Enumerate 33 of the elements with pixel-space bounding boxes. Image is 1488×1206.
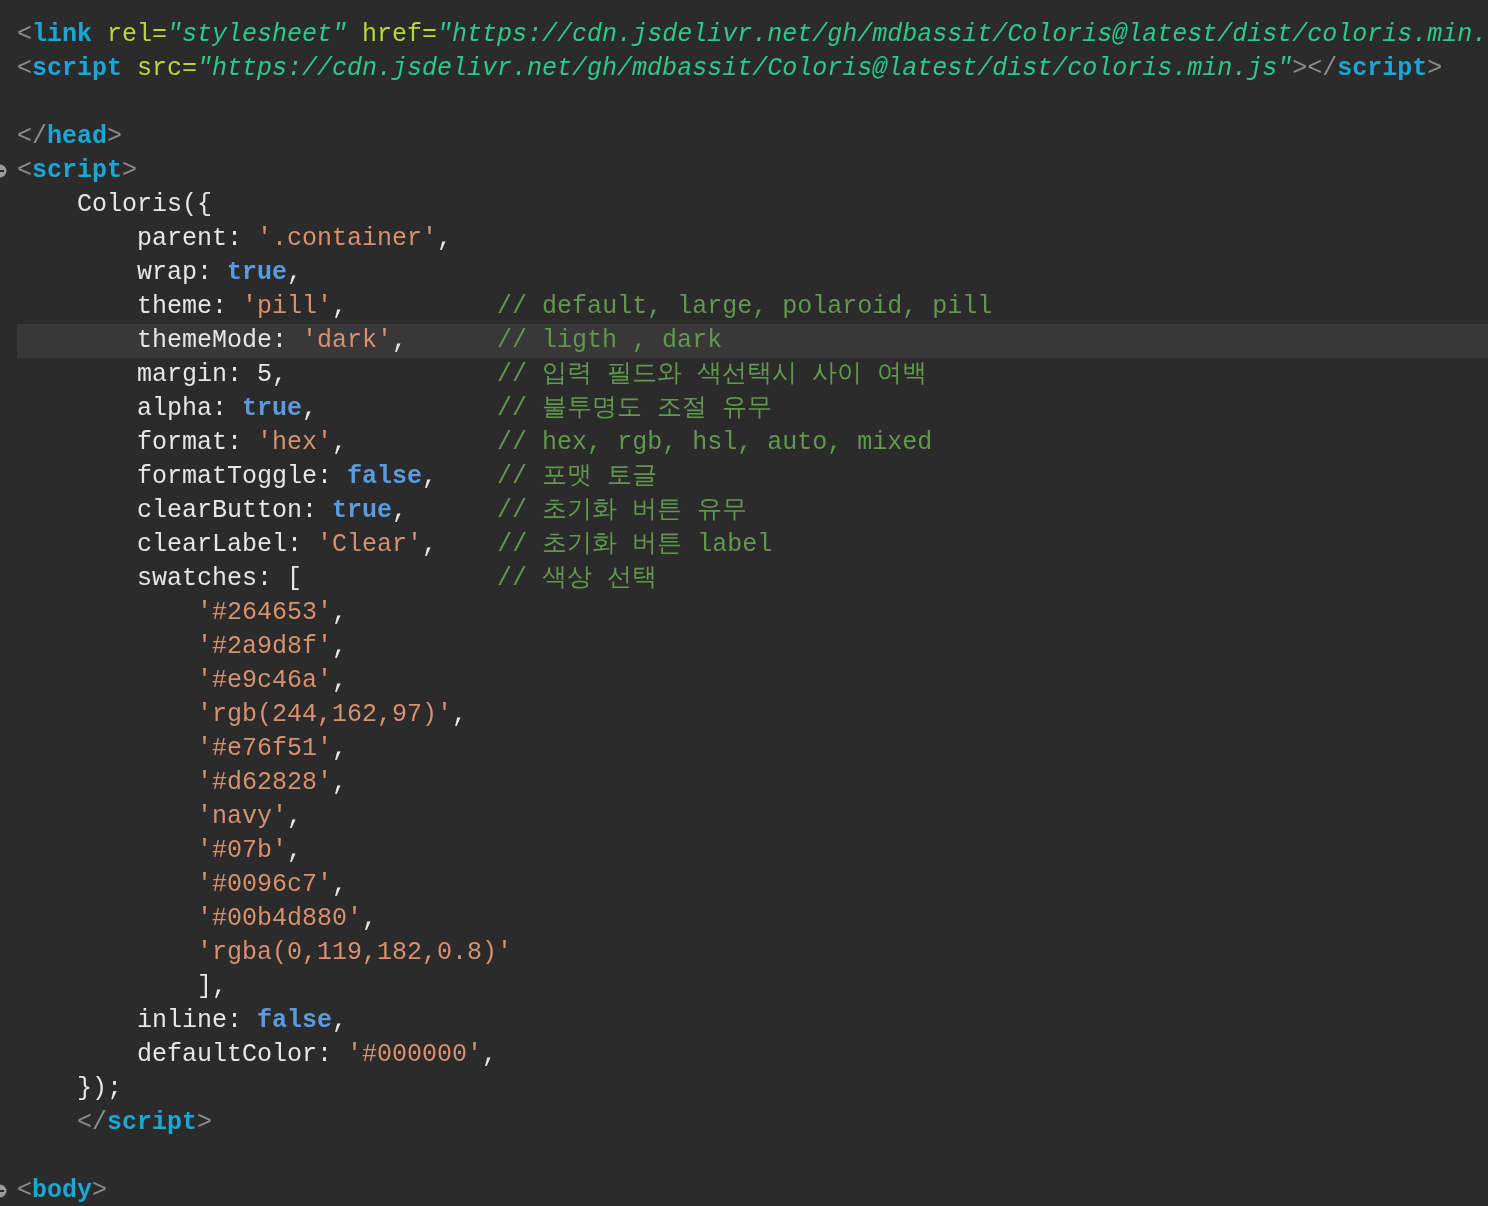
- code-line: <link rel="stylesheet" href="https://cdn.jsdelivr.net/gh/mdbassit/Coloris@latest/dist/coloris.min.: [17, 20, 1488, 49]
- code-line: <script src="https://cdn.jsdelivr.net/gh/mdbassit/Coloris@latest/dist/coloris.min.js"></script>: [17, 54, 1443, 83]
- code-line: inline: false,: [136, 1006, 348, 1035]
- code-line: clearButton: true, // 초기화 버튼 유무: [136, 496, 748, 525]
- code-line: parent: '.container',: [136, 224, 453, 253]
- code-line: 'rgb(244,162,97)',: [196, 700, 468, 729]
- code-line: swatches: [ // 색상 선택: [136, 564, 658, 593]
- code-line: '#e9c46a',: [196, 666, 348, 695]
- code-line: 'navy',: [196, 802, 303, 831]
- code-line: '#2a9d8f',: [196, 632, 348, 661]
- code-line: '#00b4d880',: [196, 904, 378, 933]
- code-line: </script>: [76, 1108, 213, 1137]
- code-line: themeMode: 'dark', // ligth , dark: [136, 326, 723, 355]
- code-line: '#e76f51',: [196, 734, 348, 763]
- code-line: });: [76, 1074, 123, 1103]
- code-line: format: 'hex', // hex, rgb, hsl, auto, mixed: [136, 428, 933, 457]
- code-line: </head>: [17, 122, 123, 151]
- code-line: clearLabel: 'Clear', // 초기화 버튼 label: [136, 530, 773, 559]
- code-line: <script>: [17, 156, 138, 185]
- code-line: '#264653',: [196, 598, 348, 627]
- code-line: defaultColor: '#000000',: [136, 1040, 498, 1069]
- code-line: ],: [196, 972, 228, 1001]
- code-line: formatToggle: false, // 포맷 토글: [136, 462, 658, 491]
- code-line: '#d62828',: [196, 768, 348, 797]
- code-line: margin: 5, // 입력 필드와 색선택시 사이 여백: [136, 360, 928, 389]
- code-line: theme: 'pill', // default, large, polaroid, pill: [136, 292, 993, 321]
- code-line: '#07b',: [196, 836, 303, 865]
- code-line: 'rgba(0,119,182,0.8)': [196, 938, 513, 967]
- code-line: <body>: [17, 1176, 108, 1205]
- code-line: alpha: true, // 불투명도 조절 유무: [136, 394, 773, 423]
- code-line: wrap: true,: [136, 258, 303, 287]
- code-line: '#0096c7',: [196, 870, 348, 899]
- code-line: Coloris({: [76, 190, 213, 219]
